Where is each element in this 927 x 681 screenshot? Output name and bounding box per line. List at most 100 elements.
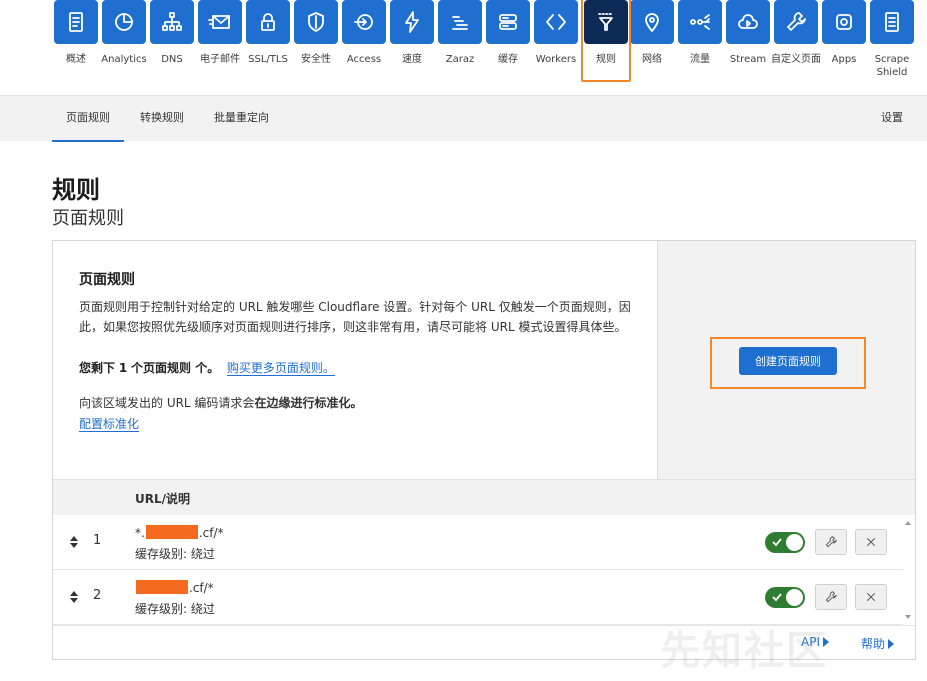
delete-rule-button[interactable]	[855, 584, 887, 610]
wrench-icon	[825, 591, 837, 603]
page-icon	[870, 0, 914, 44]
row-url: .cf/*	[135, 580, 214, 595]
card-footer: API 帮助	[53, 625, 915, 659]
settings-link[interactable]: 设置	[881, 96, 903, 142]
top-navigation: 概述 Analytics DNS 电子邮件 SSL/TLS 安全性 Access…	[0, 0, 927, 95]
url-suffix: .cf/*	[189, 581, 214, 595]
caret-right-icon	[822, 637, 829, 647]
edit-rule-button[interactable]	[815, 584, 847, 610]
nav-label: Workers	[535, 54, 577, 65]
zaraz-icon	[438, 0, 482, 44]
help-link[interactable]: 帮助	[861, 635, 895, 652]
nav-item-apps[interactable]: Apps	[822, 0, 866, 66]
sub-tab-bar: 页面规则 转换规则 批量重定向 设置	[0, 95, 927, 142]
page-rules-card: 页面规则 页面规则用于控制针对给定的 URL 触发哪些 Cloudflare 设…	[52, 240, 916, 660]
nav-item-custom-pages[interactable]: 自定义页面	[771, 0, 821, 66]
delete-rule-button[interactable]	[855, 529, 887, 555]
rule-enabled-toggle[interactable]	[765, 532, 805, 553]
quota-line: 您剩下 1 个页面规则 个。 购买更多页面规则。	[79, 359, 631, 376]
wrench-icon	[825, 536, 837, 548]
buy-more-link[interactable]: 购买更多页面规则。	[226, 361, 335, 376]
nav-item-zaraz[interactable]: Zaraz	[438, 0, 482, 66]
row-priority: 2	[93, 588, 102, 603]
nav-item-security[interactable]: 安全性	[294, 0, 338, 66]
page-subtitle: 页面规则	[52, 208, 124, 229]
quota-count: 1	[118, 361, 128, 375]
api-link[interactable]: API	[801, 635, 829, 649]
tab-page-rules[interactable]: 页面规则	[52, 96, 124, 142]
column-header-url: URL/说明	[135, 492, 191, 506]
close-icon	[867, 538, 875, 546]
nav-item-overview[interactable]: 概述	[54, 0, 98, 66]
bolt-icon	[390, 0, 434, 44]
table-header: URL/说明	[53, 479, 915, 515]
rule-enabled-toggle[interactable]	[765, 587, 805, 608]
table-row: 1 *. .cf/* 缓存级别: 绕过	[53, 515, 903, 570]
traffic-icon	[678, 0, 722, 44]
row-setting: 缓存级别: 绕过	[135, 547, 215, 561]
nav-item-speed[interactable]: 速度	[390, 0, 434, 66]
configure-normalization-link[interactable]: 配置标准化	[79, 417, 140, 432]
nav-item-email[interactable]: 电子邮件	[198, 0, 242, 66]
url-suffix: .cf/*	[198, 526, 224, 540]
row-url: *. .cf/*	[135, 525, 224, 540]
api-link-label: API	[801, 635, 820, 649]
code-icon	[534, 0, 578, 44]
storage-icon	[486, 0, 530, 44]
nav-label: Scrape Shield	[874, 54, 910, 78]
create-page-rule-button[interactable]: 创建页面规则	[739, 347, 837, 375]
pie-chart-icon	[102, 0, 146, 44]
pin-icon	[630, 0, 674, 44]
nav-item-rules[interactable]: 规则	[584, 0, 628, 66]
access-icon	[342, 0, 386, 44]
url-prefix: *.	[135, 526, 145, 540]
cloud-play-icon	[726, 0, 770, 44]
tab-transform-rules[interactable]: 转换规则	[140, 96, 184, 142]
edit-rule-button[interactable]	[815, 529, 847, 555]
normalize-line: 向该区域发出的 URL 编码请求会在边缘进行标准化。	[79, 394, 631, 411]
redacted-domain	[145, 525, 198, 539]
quota-suffix: 个页面规则 个。	[131, 361, 220, 375]
row-setting: 缓存级别: 绕过	[135, 602, 215, 616]
nav-item-cache[interactable]: 缓存	[486, 0, 530, 66]
quota-prefix: 您剩下	[79, 361, 116, 375]
normalize-link-wrap: 配置标准化	[79, 415, 631, 432]
table-row: 2 .cf/* 缓存级别: 绕过	[53, 570, 903, 625]
nav-item-access[interactable]: Access	[342, 0, 386, 66]
normalize-text: 向该区域发出的 URL 编码请求会	[79, 396, 255, 410]
card-side-panel: 创建页面规则	[657, 241, 915, 479]
check-icon	[772, 593, 782, 602]
redacted-domain	[136, 580, 188, 594]
drag-handle-icon[interactable]	[69, 535, 79, 549]
nav-item-scrape-shield[interactable]: Scrape Shield	[870, 0, 914, 79]
page-title: 规则	[52, 176, 100, 204]
doc-icon	[54, 0, 98, 44]
nav-item-analytics[interactable]: Analytics	[101, 0, 147, 66]
card-info: 页面规则 页面规则用于控制针对给定的 URL 触发哪些 Cloudflare 设…	[53, 241, 657, 479]
mail-icon	[198, 0, 242, 44]
check-icon	[772, 538, 782, 547]
wrench-icon	[774, 0, 818, 44]
drag-handle-icon[interactable]	[69, 590, 79, 604]
nav-item-workers[interactable]: Workers	[534, 0, 578, 66]
nav-item-network[interactable]: 网络	[630, 0, 674, 66]
normalize-bold: 在边缘进行标准化。	[254, 396, 363, 410]
toggle-knob	[786, 534, 803, 551]
apps-icon	[822, 0, 866, 44]
nav-item-traffic[interactable]: 流量	[678, 0, 722, 66]
tab-bulk-redirects[interactable]: 批量重定向	[214, 96, 269, 142]
nav-item-ssl-tls[interactable]: SSL/TLS	[246, 0, 290, 66]
nav-item-stream[interactable]: Stream	[726, 0, 770, 66]
scroll-down-arrow[interactable]	[905, 615, 911, 619]
lock-icon	[246, 0, 290, 44]
caret-right-icon	[888, 639, 895, 649]
network-icon	[150, 0, 194, 44]
help-link-label: 帮助	[861, 637, 886, 651]
row-priority: 1	[93, 533, 102, 548]
nav-item-dns[interactable]: DNS	[150, 0, 194, 66]
shield-icon	[294, 0, 338, 44]
scroll-up-arrow[interactable]	[905, 521, 911, 525]
card-description: 页面规则用于控制针对给定的 URL 触发哪些 Cloudflare 设置。针对每…	[79, 300, 631, 334]
toggle-knob	[786, 589, 803, 606]
card-title: 页面规则	[79, 272, 135, 288]
